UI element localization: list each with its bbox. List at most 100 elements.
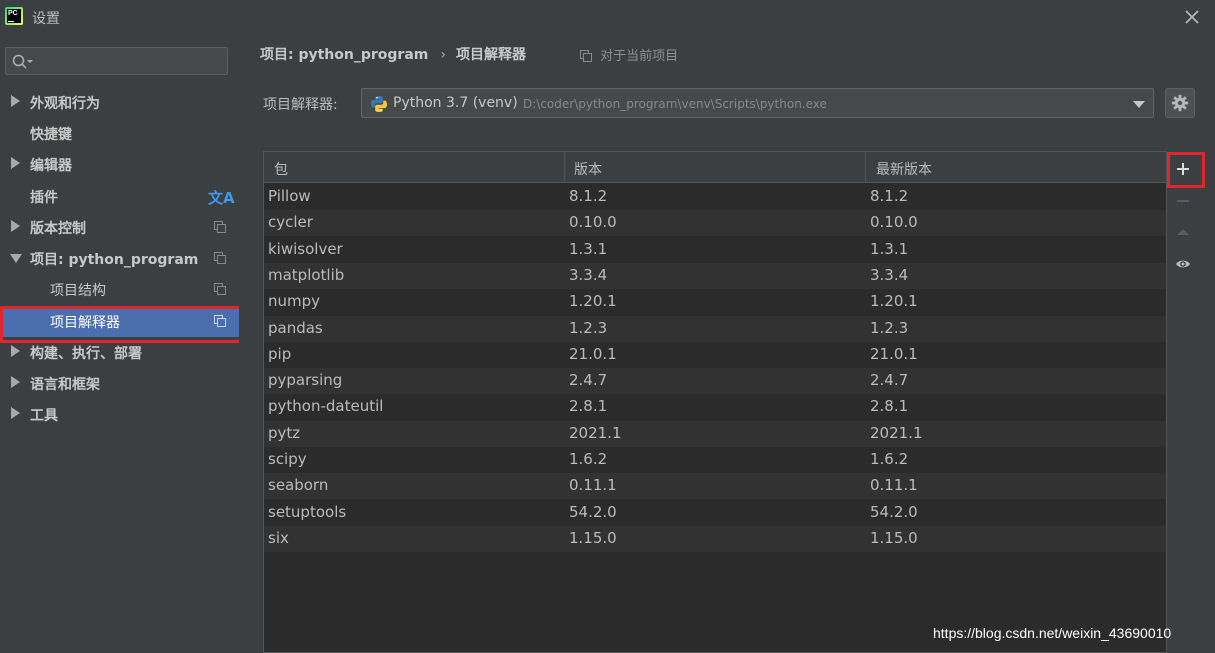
version-cell: 54.2.0 [569, 502, 617, 521]
column-divider[interactable] [865, 152, 866, 183]
eye-icon[interactable] [1175, 256, 1191, 272]
table-row[interactable]: matplotlib 3.3.4 3.3.4 [264, 262, 1166, 289]
chevron-down-icon[interactable] [1133, 101, 1145, 108]
expand-arrow-icon[interactable] [11, 95, 20, 107]
copy-icon [214, 315, 226, 327]
package-name-cell: seaborn [268, 476, 329, 495]
upgrade-icon[interactable] [1175, 224, 1191, 240]
table-row[interactable]: pytz 2021.1 2021.1 [264, 420, 1166, 447]
remove-icon[interactable] [1175, 193, 1191, 209]
table-row[interactable]: python-dateutil 2.8.1 2.8.1 [264, 394, 1166, 420]
sidebar-item-label: 外观和行为 [30, 96, 100, 112]
install-package-button[interactable] [1168, 154, 1198, 184]
interpreter-settings-button[interactable] [1165, 88, 1195, 118]
sidebar-item-build-execution-deployment[interactable]: 构建、执行、部署 [0, 337, 239, 368]
latest-version-cell: 2021.1 [870, 423, 923, 442]
breadcrumb: 项目: python_program › 项目解释器 [260, 44, 526, 64]
table-header: 包 版本 最新版本 [264, 152, 1166, 183]
gear-icon[interactable] [1171, 94, 1189, 112]
latest-version-cell: 3.3.4 [870, 265, 909, 284]
version-cell: 1.2.3 [569, 318, 608, 337]
scope-note: 对于当前项目 [580, 45, 678, 64]
column-divider[interactable] [564, 152, 565, 183]
search-icon[interactable] [12, 54, 34, 70]
table-row[interactable]: pyparsing 2.4.7 2.4.7 [264, 368, 1166, 395]
latest-version-cell: 54.2.0 [870, 502, 918, 521]
title-bar: PC 设置 [0, 0, 1215, 36]
version-cell: 0.10.0 [569, 213, 617, 232]
sidebar-item-languages-frameworks[interactable]: 语言和框架 [0, 368, 239, 399]
version-cell: 1.15.0 [569, 528, 617, 547]
expand-arrow-icon[interactable] [11, 376, 20, 388]
uninstall-package-button[interactable] [1168, 186, 1198, 216]
sidebar-item-label: 版本控制 [30, 221, 86, 237]
sidebar-item-project-structure[interactable]: 项目结构 [0, 274, 239, 305]
table-row[interactable]: kiwisolver 1.3.1 1.3.1 [264, 237, 1166, 263]
breadcrumb-current: 项目解释器 [455, 47, 526, 63]
settings-main-panel: 项目: python_program › 项目解释器 对于当前项目 项目解释器: P… [239, 36, 1215, 653]
sidebar-item-keymap[interactable]: 快捷键 [0, 118, 239, 149]
package-name-cell: pip [268, 344, 292, 363]
column-header-version[interactable]: 版本 [574, 159, 602, 179]
expand-arrow-icon[interactable] [11, 407, 20, 419]
sidebar-item-editor[interactable]: 编辑器 [0, 149, 239, 180]
settings-search-box[interactable] [5, 47, 228, 75]
sidebar-item-project-interpreter[interactable]: 项目解释器 [0, 306, 239, 337]
packages-table[interactable]: 包 版本 最新版本 Pillow 8.1.2 8.1.2 cycler 0.10.0 0.… [263, 151, 1167, 653]
version-cell: 1.3.1 [569, 239, 608, 258]
sidebar-item-label: 工具 [30, 408, 58, 424]
version-cell: 2021.1 [569, 423, 622, 442]
sidebar-item-appearance[interactable]: 外观和行为 [0, 87, 239, 118]
copy-icon [214, 252, 226, 264]
package-name-cell: numpy [268, 292, 321, 311]
expand-arrow-icon[interactable] [11, 345, 20, 357]
expand-arrow-icon[interactable] [11, 157, 20, 169]
interpreter-select[interactable]: Python 3.7 (venv) D:\coder\python_progra… [361, 88, 1154, 118]
expand-arrow-icon[interactable] [11, 220, 20, 232]
latest-version-cell: 1.2.3 [870, 318, 909, 337]
version-cell: 2.4.7 [569, 371, 608, 390]
sidebar-item-version-control[interactable]: 版本控制 [0, 212, 239, 243]
collapse-arrow-icon[interactable] [10, 254, 22, 263]
settings-search-input[interactable] [36, 51, 221, 71]
sidebar-item-label: 插件 [30, 190, 58, 206]
table-row[interactable]: Pillow 8.1.2 8.1.2 [264, 184, 1166, 210]
show-early-releases-button[interactable] [1168, 249, 1198, 279]
version-cell: 21.0.1 [569, 344, 617, 363]
package-name-cell: six [268, 528, 289, 547]
table-row[interactable]: setuptools 54.2.0 54.2.0 [264, 500, 1166, 526]
sidebar-item-tools[interactable]: 工具 [0, 399, 239, 430]
table-row[interactable]: numpy 1.20.1 1.20.1 [264, 289, 1166, 315]
column-header-package[interactable]: 包 [274, 159, 288, 179]
settings-sidebar: 外观和行为 快捷键 编辑器 插件 文A 版本控制 项目: python_prog… [0, 36, 244, 653]
sidebar-item-label: 快捷键 [30, 127, 72, 143]
latest-version-cell: 21.0.1 [870, 344, 918, 363]
column-header-latest-version[interactable]: 最新版本 [876, 159, 932, 179]
add-icon[interactable] [1175, 161, 1191, 177]
table-row[interactable]: pandas 1.2.3 1.2.3 [264, 315, 1166, 342]
package-name-cell: pandas [268, 318, 323, 337]
package-name-cell: python-dateutil [268, 397, 384, 416]
sidebar-item-label: 项目: python_program [30, 252, 199, 268]
table-row[interactable]: scipy 1.6.2 1.6.2 [264, 447, 1166, 473]
table-row[interactable]: seaborn 0.11.1 0.11.1 [264, 473, 1166, 500]
table-row[interactable]: pip 21.0.1 21.0.1 [264, 342, 1166, 368]
version-cell: 2.8.1 [569, 397, 608, 416]
packages-toolbar [1167, 151, 1205, 653]
package-name-cell: Pillow [268, 187, 311, 205]
close-icon[interactable] [1183, 8, 1201, 26]
package-name-cell: setuptools [268, 502, 347, 521]
sidebar-item-label: 编辑器 [30, 158, 72, 174]
latest-version-cell: 1.15.0 [870, 528, 918, 547]
package-name-cell: cycler [268, 213, 313, 232]
breadcrumb-parent[interactable]: 项目: python_program [260, 47, 428, 63]
package-name-cell: pytz [268, 423, 301, 442]
upgrade-package-button[interactable] [1168, 217, 1198, 247]
sidebar-item-project[interactable]: 项目: python_program [0, 243, 239, 274]
table-row[interactable]: cycler 0.10.0 0.10.0 [264, 210, 1166, 237]
table-row[interactable]: six 1.15.0 1.15.0 [264, 525, 1166, 552]
sidebar-item-label: 项目解释器 [50, 315, 120, 331]
pycharm-logo-icon: PC [5, 7, 23, 25]
sidebar-item-plugins[interactable]: 插件 文A [0, 181, 239, 212]
latest-version-cell: 1.3.1 [870, 239, 909, 258]
